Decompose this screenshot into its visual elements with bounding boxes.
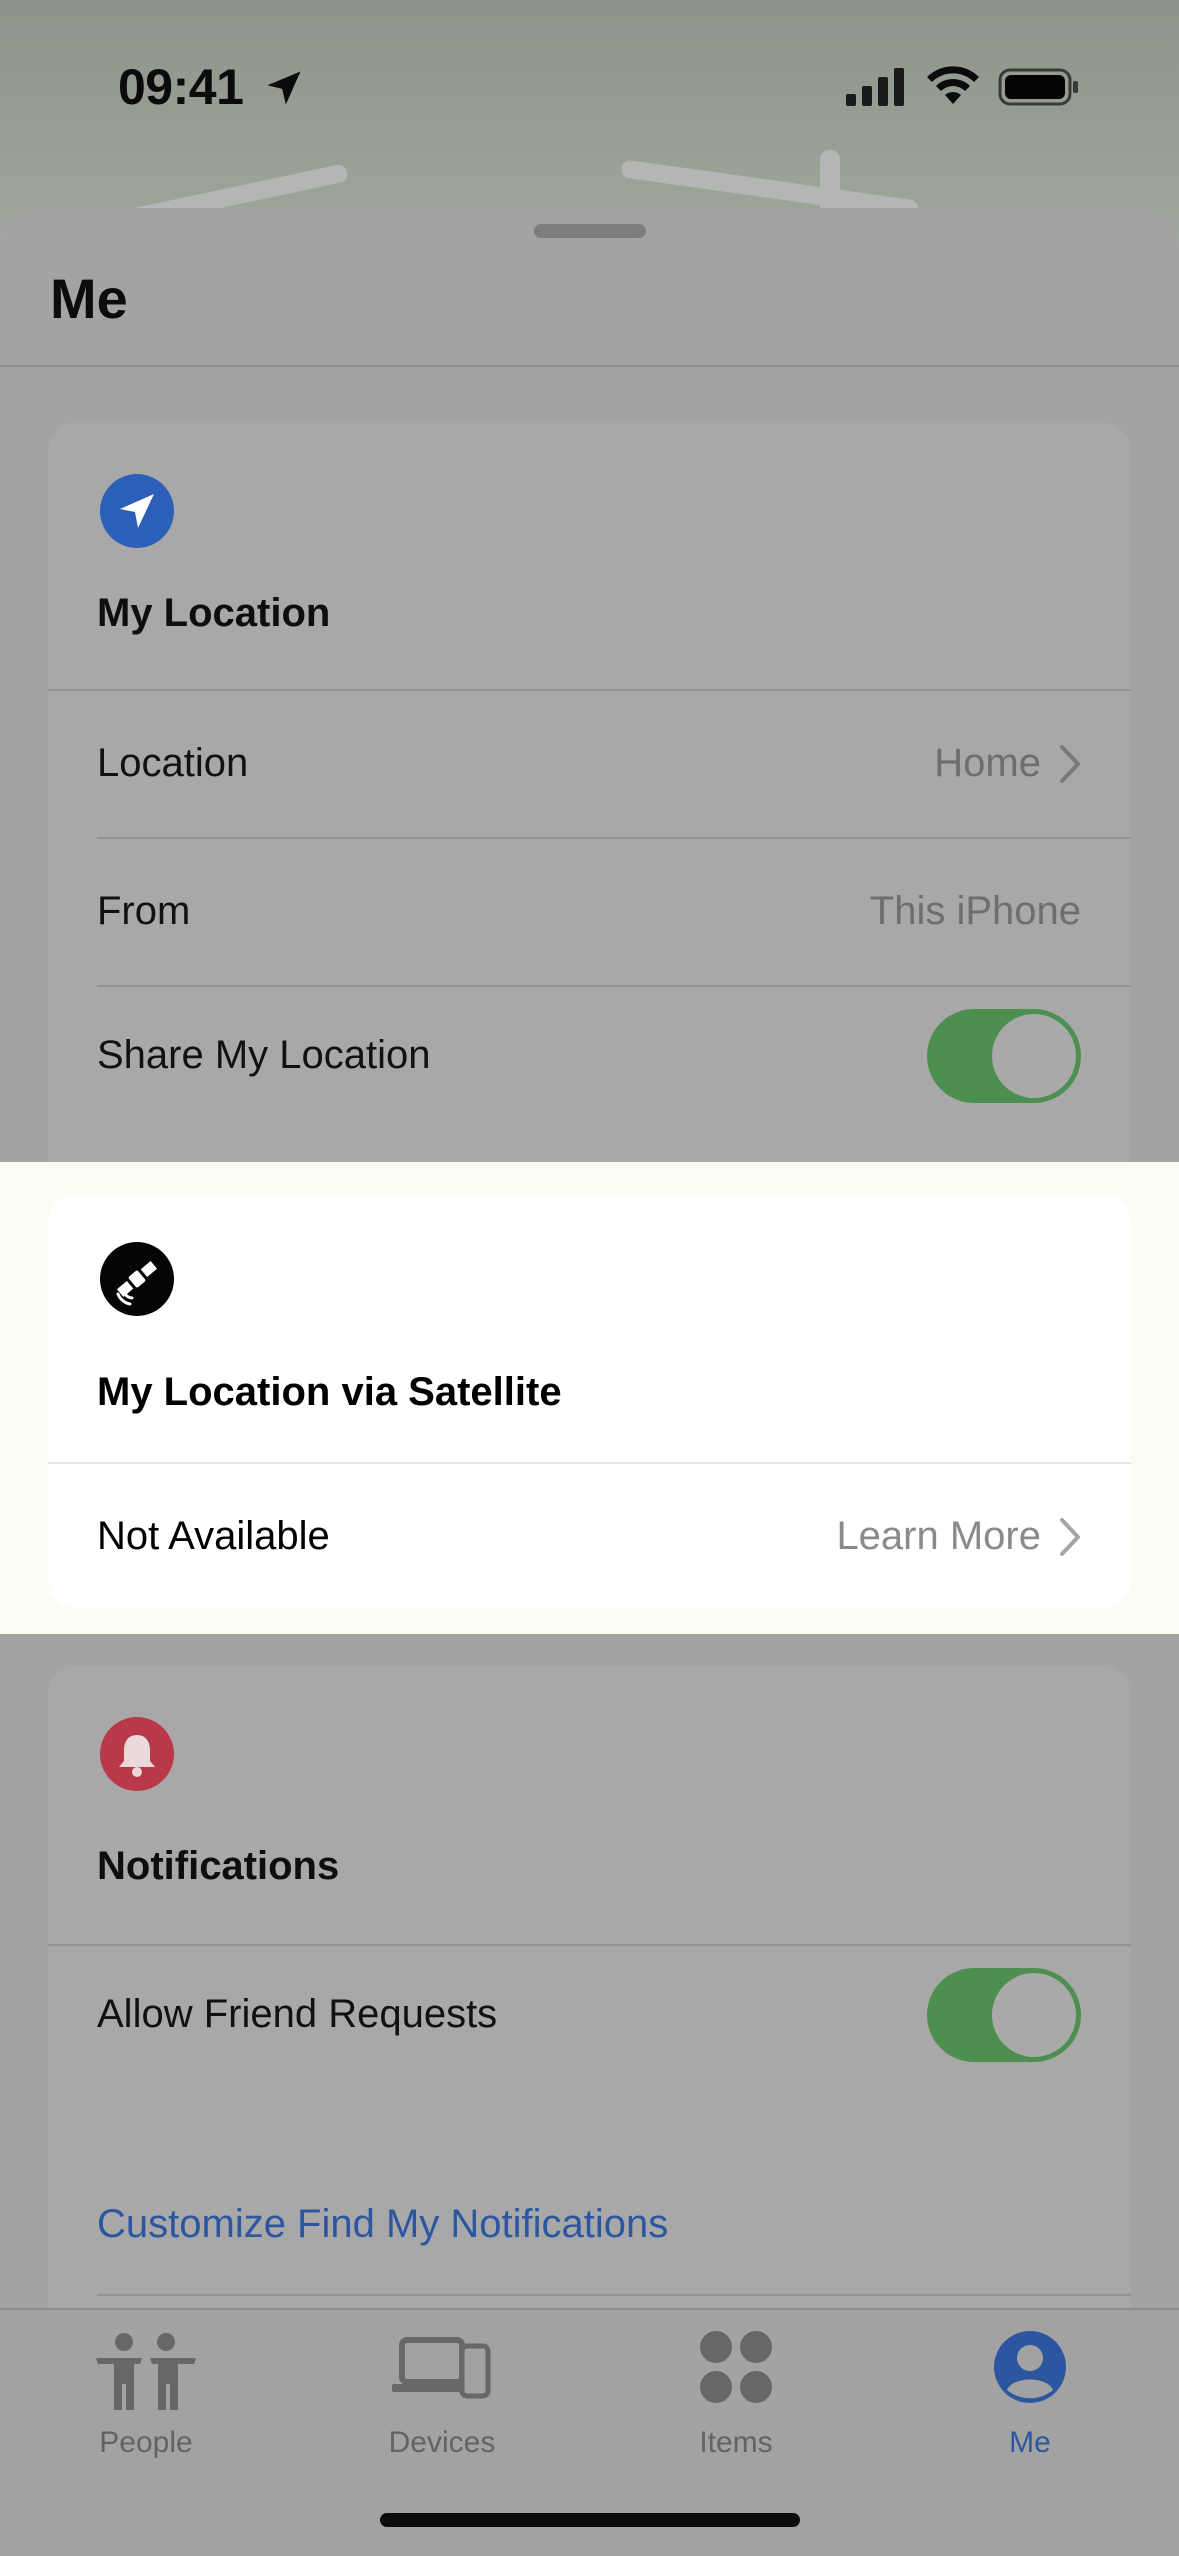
tab-items[interactable]: Items (616, 2310, 856, 2510)
location-arrow-icon (267, 71, 301, 105)
sheet-grabber[interactable] (534, 224, 646, 238)
items-icon (700, 2331, 772, 2403)
from-value: This iPhone (870, 889, 1081, 934)
wifi-icon (927, 66, 979, 104)
tab-people[interactable]: People (26, 2310, 266, 2510)
battery-icon (998, 68, 1078, 106)
satellite-icon (100, 1242, 174, 1316)
from-value-text: This iPhone (869, 889, 1081, 933)
divider (97, 2294, 1131, 2296)
toggle-knob (992, 1014, 1076, 1098)
share-location-row: Share My Location (48, 987, 1131, 1131)
allow-friend-requests-toggle[interactable] (927, 1968, 1081, 2062)
satellite-card: My Location via Satellite Not Available … (48, 1194, 1131, 1608)
devices-icon (392, 2337, 491, 2399)
cellular-signal-icon (846, 68, 904, 106)
notifications-heading: Notifications (97, 1844, 340, 1888)
allow-friend-requests-row: Allow Friend Requests (48, 1946, 1131, 2090)
location-row[interactable]: Location Home (48, 691, 1131, 837)
location-arrow-icon (100, 474, 174, 548)
chevron-right-icon (1060, 1517, 1080, 1556)
bell-icon (100, 1717, 174, 1791)
from-label: From (97, 889, 191, 933)
location-label: Location (97, 741, 249, 785)
tab-items-label: Items (699, 2426, 773, 2459)
tab-me-label: Me (1009, 2426, 1051, 2459)
satellite-status-row[interactable]: Not Available Learn More (48, 1464, 1131, 1608)
people-icon (96, 2333, 196, 2410)
tab-devices-label: Devices (388, 2426, 496, 2459)
location-value: Home (934, 741, 1081, 786)
tab-people-label: People (99, 2426, 193, 2459)
tab-me[interactable]: Me (910, 2310, 1150, 2510)
tab-devices[interactable]: Devices (322, 2310, 562, 2510)
person-circle-icon (994, 2331, 1066, 2403)
chevron-right-icon (1060, 744, 1080, 783)
allow-friend-requests-label: Allow Friend Requests (97, 1992, 498, 2036)
page-title: Me (50, 267, 128, 330)
share-location-label: Share My Location (97, 1033, 431, 1077)
toggle-knob (992, 1973, 1076, 2057)
status-bar: 09:41 (0, 0, 1179, 175)
learn-more-text: Learn More (836, 1514, 1041, 1558)
satellite-heading: My Location via Satellite (97, 1370, 562, 1414)
share-location-toggle[interactable] (927, 1009, 1081, 1103)
location-value-text: Home (934, 741, 1041, 785)
satellite-status-label: Not Available (97, 1514, 330, 1558)
header-divider (0, 365, 1179, 367)
customize-notifications-link[interactable]: Customize Find My Notifications (97, 2202, 668, 2247)
home-indicator (380, 2513, 800, 2527)
learn-more-link[interactable]: Learn More (836, 1514, 1081, 1559)
from-row: From This iPhone (48, 839, 1131, 985)
status-time: 09:41 (118, 59, 244, 115)
my-location-heading: My Location (97, 591, 331, 635)
